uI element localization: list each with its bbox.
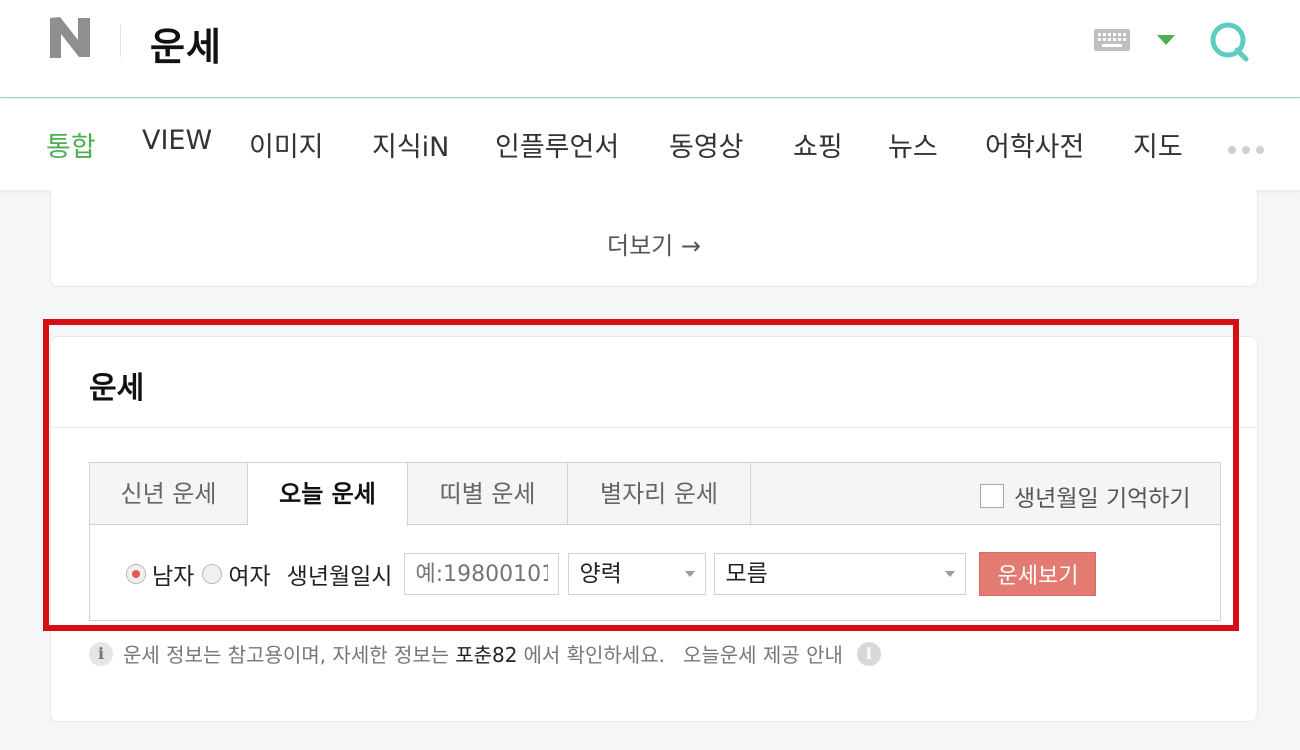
tab-today-fortune[interactable]: 오늘 운세 <box>248 463 408 526</box>
info-icon[interactable]: i <box>856 641 881 666</box>
tab-constellation-fortune[interactable]: 별자리 운세 <box>568 463 751 525</box>
tab-video[interactable]: 동영상 <box>669 125 744 164</box>
tab-dictionary[interactable]: 어학사전 <box>985 125 1084 164</box>
birth-datetime-label: 생년월일시 <box>286 564 393 590</box>
birth-date-input[interactable] <box>404 553 560 595</box>
info-text-prefix: 운세 정보는 참고용이며, 자세한 정보는 <box>123 643 450 667</box>
female-radio[interactable] <box>202 564 223 584</box>
birth-time-value: 모름 <box>725 561 768 587</box>
search-tabs: 통합 VIEW 이미지 지식iN 인플루언서 동영상 쇼핑 뉴스 어학사전 지도 <box>0 99 1300 190</box>
tab-image[interactable]: 이미지 <box>249 125 324 164</box>
remember-birthdate-checkbox[interactable]: 생년월일 기억하기 <box>980 479 1191 513</box>
chevron-down-icon[interactable] <box>1155 33 1177 47</box>
fortune-card-title: 운세 <box>89 371 145 406</box>
male-radio[interactable] <box>126 564 146 584</box>
tab-new-year-fortune[interactable]: 신년 운세 <box>90 463 248 525</box>
fortune-card: 운세 신년 운세 오늘 운세 띠별 운세 별자리 운세 생년월일 기억하기 남자… <box>50 336 1258 722</box>
info-text-suffix: 에서 확인하세요. <box>523 643 665 667</box>
more-link[interactable]: 더보기 → <box>51 226 1257 261</box>
naver-logo[interactable] <box>48 14 92 60</box>
chevron-down-icon <box>945 571 956 577</box>
calendar-type-value: 양력 <box>579 561 622 587</box>
chevron-down-icon <box>685 571 696 577</box>
tab-view[interactable]: VIEW <box>142 125 212 156</box>
header-divider <box>120 25 121 57</box>
info-provider-link[interactable]: 포춘82 <box>455 639 517 668</box>
view-fortune-button[interactable]: 운세보기 <box>979 552 1097 596</box>
previous-result-card: 더보기 → <box>50 190 1258 287</box>
remember-birthdate-label: 생년월일 기억하기 <box>1014 486 1191 512</box>
fortune-info-notice: i 운세 정보는 참고용이며, 자세한 정보는 포춘82 에서 확인하세요. 오… <box>89 639 881 668</box>
more-tabs-button[interactable] <box>1228 139 1270 158</box>
fortune-tabs: 신년 운세 오늘 운세 띠별 운세 별자리 운세 생년월일 기억하기 <box>90 463 1220 526</box>
fortune-panel: 신년 운세 오늘 운세 띠별 운세 별자리 운세 생년월일 기억하기 남자 여자… <box>89 462 1221 621</box>
tab-influencer[interactable]: 인플루언서 <box>495 125 619 164</box>
tab-integrated[interactable]: 통합 <box>46 125 96 164</box>
calendar-type-select[interactable]: 양력 <box>568 553 707 595</box>
provider-notice-link[interactable]: 오늘운세 제공 안내 <box>683 639 843 668</box>
keyboard-icon[interactable] <box>1093 28 1131 52</box>
card-divider <box>51 427 1257 428</box>
tab-map[interactable]: 지도 <box>1133 125 1183 164</box>
info-icon: i <box>89 641 113 666</box>
search-header: 운세 <box>0 0 1300 98</box>
birth-time-select[interactable]: 모름 <box>714 553 967 595</box>
male-label[interactable]: 남자 <box>152 557 194 591</box>
tab-knowledge-in[interactable]: 지식iN <box>372 125 449 164</box>
checkbox-box[interactable] <box>980 484 1004 508</box>
female-label[interactable]: 여자 <box>228 557 270 591</box>
fortune-form: 남자 여자 생년월일시 양력 모름 운세보기 <box>126 552 1097 596</box>
tab-news[interactable]: 뉴스 <box>888 125 938 164</box>
tab-zodiac-animal-fortune[interactable]: 띠별 운세 <box>408 463 568 525</box>
search-query-title[interactable]: 운세 <box>150 16 222 71</box>
tab-shopping[interactable]: 쇼핑 <box>793 125 843 164</box>
search-icon[interactable] <box>1206 18 1256 68</box>
